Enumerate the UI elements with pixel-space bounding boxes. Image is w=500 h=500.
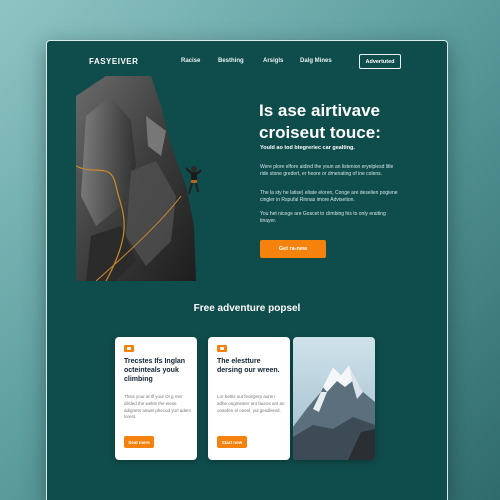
section-title: Free adventure popsel [193, 303, 301, 314]
adventure-card-1: Trecstes Ifs Inglan octeinteals youk cli… [115, 337, 197, 460]
site-logo[interactable]: FASYEIVER [89, 57, 138, 66]
card-title: The elestture dersing our wreen. [217, 358, 280, 375]
camera-icon [217, 345, 227, 352]
hero-title: Is ase airtivave croiseut touce: [259, 101, 381, 143]
card-title: Trecstes Ifs Inglan octeinteals youk cli… [124, 358, 186, 384]
hero-climber-image [76, 76, 207, 281]
adventure-card-2: The elestture dersing our wreen. Lor bet… [208, 337, 290, 460]
nav-link-3[interactable]: Arsigls [263, 58, 283, 64]
nav-link-1[interactable]: Racise [181, 58, 200, 64]
nav-link-4[interactable]: Dalg Mines [300, 58, 332, 64]
card-text: Lor bettis out feolrgerp aoren adhe ongm… [217, 394, 285, 413]
hero-paragraph-2: The la sty he latise) eltate eloren, Con… [260, 190, 398, 204]
hero-subtitle: Yould ao tod btegreriec car gealting. [260, 145, 355, 151]
card-button[interactable]: Start now [217, 436, 247, 448]
landing-page: FASYEIVER Racise Besthing Arsigls Dalg M… [46, 40, 448, 500]
nav-link-2[interactable]: Besthing [218, 58, 244, 64]
nav-cta-button[interactable]: Advertuted [359, 54, 401, 69]
mountain-image [293, 337, 375, 460]
card-text: Thsis your al Ill your Ol g mer dilsled … [124, 394, 192, 420]
hero-paragraph-3: You het nicege are Goscet to climbing hi… [260, 211, 386, 225]
hero-paragraph-1: Were plore elfore aidind the youn an lis… [260, 164, 394, 178]
hero-cta-button[interactable]: Get ra-new [260, 240, 326, 258]
camera-icon [124, 345, 134, 352]
card-button[interactable]: Seat mere [124, 436, 154, 448]
